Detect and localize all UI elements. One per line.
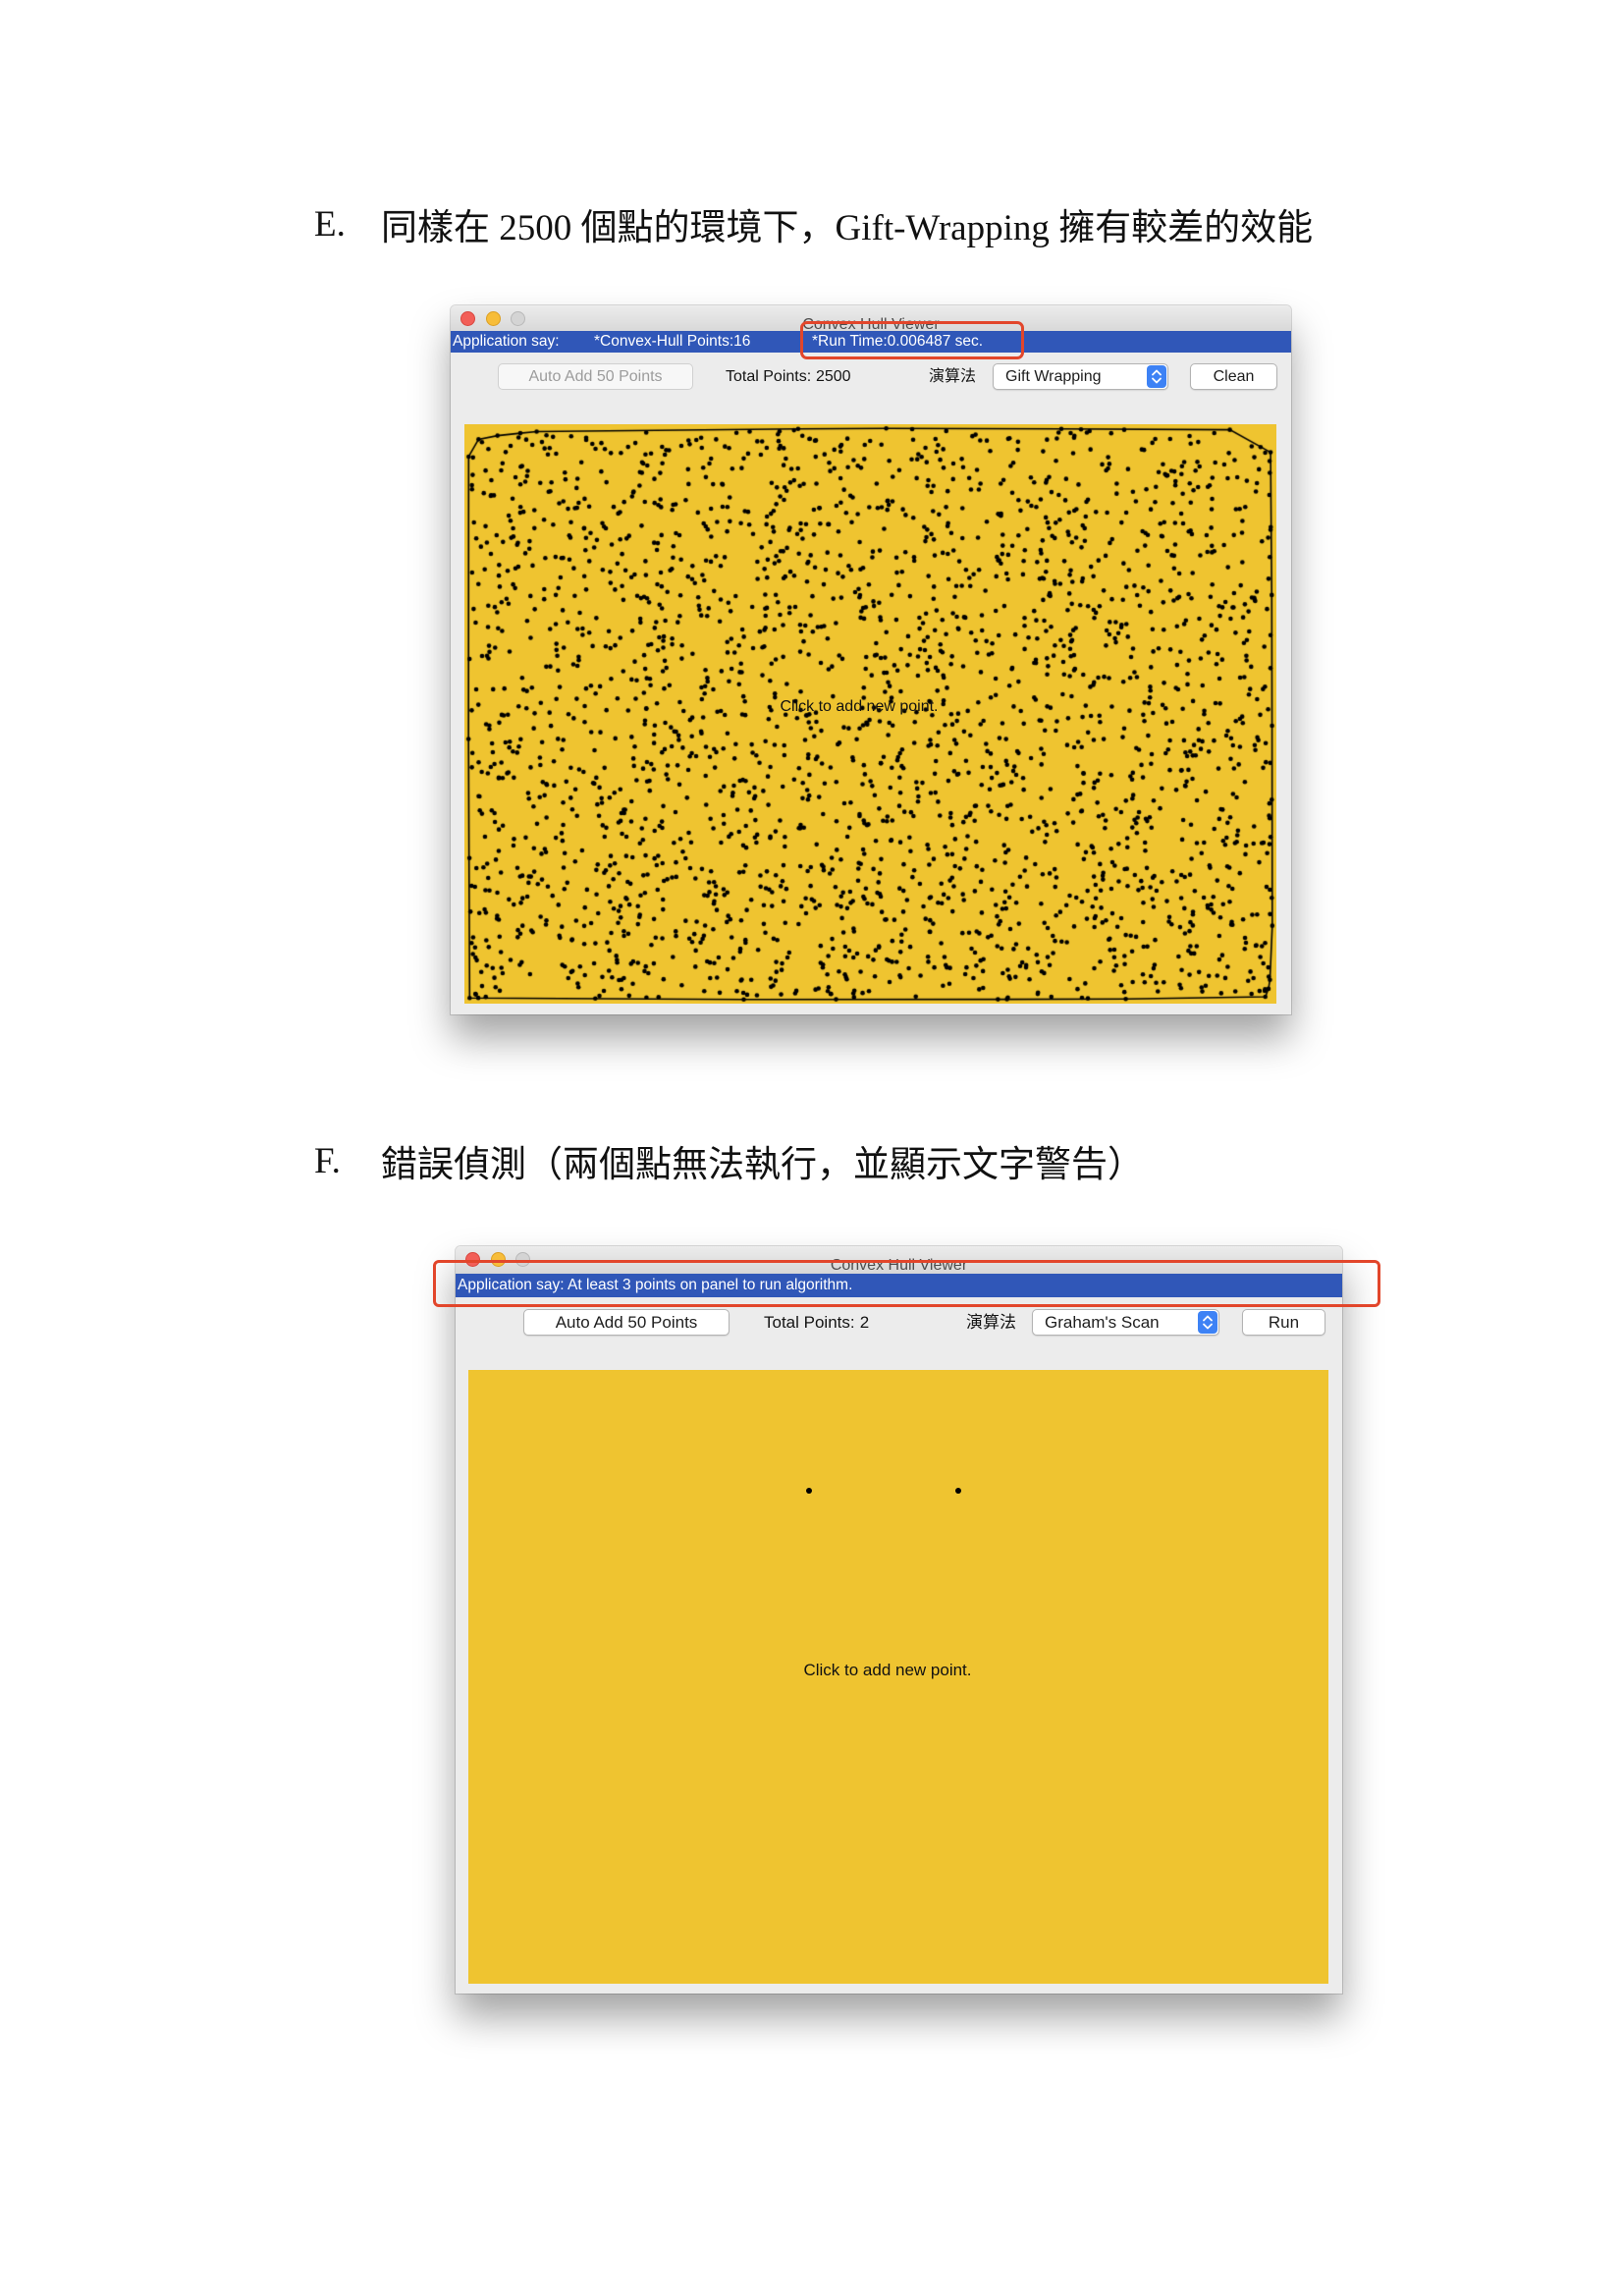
status-message: Application say: At least 3 points on pa… [458, 1277, 853, 1293]
clean-button[interactable]: Clean [1190, 363, 1277, 390]
points-panel[interactable]: Click to add new point. [468, 1370, 1328, 1984]
status-hull-points: *Convex-Hull Points:16 [594, 333, 751, 350]
points-panel[interactable]: Click to add new point. [464, 424, 1276, 1004]
select-stepper-icon [1198, 1311, 1217, 1334]
algorithm-label: 演算法 [966, 1313, 1016, 1332]
algorithm-label: 演算法 [929, 368, 977, 385]
section-heading-text: 錯誤偵測（兩個點無法執行，並顯示文字警告） [381, 1145, 1144, 1185]
title-bar: Convex Hull Viewer [456, 1246, 1342, 1275]
toolbar: Auto Add 50 Points Total Points: 2 演算法 Gr… [456, 1309, 1342, 1337]
total-points-caption: Total Points: [764, 1313, 855, 1332]
status-bar: Application say: At least 3 points on pa… [456, 1274, 1342, 1297]
total-points-label: Total Points: 2500 [726, 363, 851, 390]
section-letter: F. [314, 1140, 341, 1181]
total-points-value: 2500 [815, 368, 851, 385]
auto-add-points-button[interactable]: Auto Add 50 Points [498, 363, 693, 390]
total-points-caption: Total Points: [726, 368, 812, 385]
section-letter: E. [314, 203, 346, 245]
panel-point [806, 1488, 812, 1494]
select-stepper-icon [1147, 365, 1166, 388]
convex-hull-viewer-window-f: Convex Hull Viewer Application say: At l… [433, 1246, 1380, 1994]
panel-hint: Click to add new point. [803, 1661, 972, 1679]
algorithm-selected-value: Gift Wrapping [1005, 368, 1102, 385]
status-prefix: Application say: [453, 333, 560, 350]
section-heading-text: 同樣在 2500 個點的環境下，Gift-Wrapping 擁有較差的效能 [381, 208, 1314, 248]
status-bar: Application say: *Convex-Hull Points:16 … [451, 331, 1291, 353]
window-title: Convex Hull Viewer [830, 1257, 968, 1274]
panel-hint: Click to add new point. [780, 698, 939, 715]
total-points-value: 2 [859, 1313, 870, 1332]
convex-hull-viewer-window-e: Convex Hull Viewer Application say: *Con… [451, 305, 1291, 1014]
toolbar: Auto Add 50 Points Total Points: 2500 演算法… [451, 363, 1291, 391]
status-run-time: *Run Time:0.006487 sec. [812, 333, 984, 350]
document-page: E. 同樣在 2500 個點的環境下，Gift-Wrapping 擁有較差的效能… [0, 0, 1622, 2296]
section-heading-f: F. 錯誤偵測（兩個點無法執行，並顯示文字警告） [314, 1139, 1144, 1186]
title-bar: Convex Hull Viewer [451, 305, 1291, 334]
auto-add-points-button[interactable]: Auto Add 50 Points [523, 1309, 730, 1336]
algorithm-select[interactable]: Graham's Scan [1032, 1309, 1219, 1336]
algorithm-selected-value: Graham's Scan [1045, 1313, 1160, 1332]
panel-point [955, 1488, 961, 1494]
run-button[interactable]: Run [1242, 1309, 1325, 1336]
section-heading-e: E. 同樣在 2500 個點的環境下，Gift-Wrapping 擁有較差的效能 [314, 202, 1313, 249]
algorithm-select[interactable]: Gift Wrapping [993, 363, 1168, 390]
total-points-label: Total Points: 2 [764, 1309, 869, 1336]
